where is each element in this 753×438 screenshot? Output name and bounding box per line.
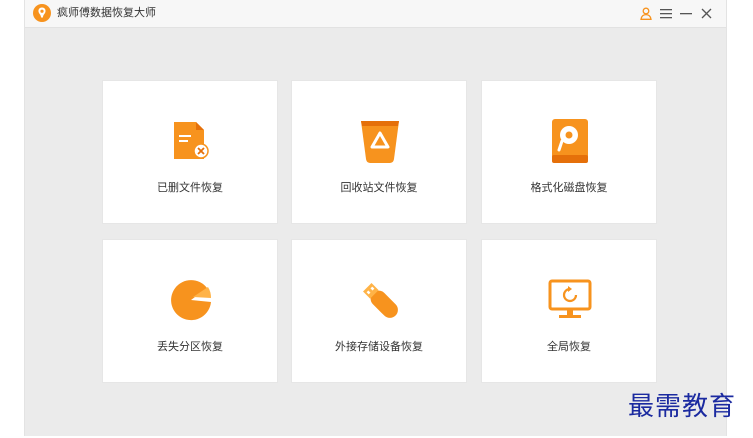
window-controls <box>636 4 716 22</box>
card-label: 丢失分区恢复 <box>157 340 223 353</box>
card-label: 已删文件恢复 <box>157 181 223 194</box>
menu-icon[interactable] <box>656 4 676 22</box>
card-label: 外接存储设备恢复 <box>335 340 423 353</box>
card-label: 回收站文件恢复 <box>340 181 418 194</box>
minimize-icon[interactable] <box>676 4 696 22</box>
monitor-refresh-icon <box>544 274 596 326</box>
card-external-storage-recovery[interactable]: 外接存储设备恢复 <box>291 239 467 383</box>
usb-drive-icon <box>354 274 406 326</box>
app-window: 疯师傅数据恢复大师 已删文件恢复 回收站文件恢复 格式化磁盘恢复 丢失分区恢复 … <box>24 0 727 436</box>
card-global-recovery[interactable]: 全局恢复 <box>481 239 657 383</box>
close-icon[interactable] <box>696 4 716 22</box>
card-label: 全局恢复 <box>547 340 591 353</box>
lost-partition-icon <box>165 274 217 326</box>
card-label: 格式化磁盘恢复 <box>530 181 608 194</box>
card-format-disk-recovery[interactable]: 格式化磁盘恢复 <box>481 80 657 224</box>
app-title: 疯师傅数据恢复大师 <box>57 6 156 19</box>
deleted-file-icon <box>165 115 217 167</box>
watermark-text: 最需教育 <box>628 392 737 422</box>
format-disk-icon <box>544 115 596 167</box>
card-lost-partition-recovery[interactable]: 丢失分区恢复 <box>102 239 278 383</box>
recycle-bin-icon <box>354 115 406 167</box>
app-logo-icon <box>33 4 51 22</box>
title-bar[interactable]: 疯师傅数据恢复大师 <box>25 0 726 28</box>
card-deleted-file-recovery[interactable]: 已删文件恢复 <box>102 80 278 224</box>
card-recycle-bin-recovery[interactable]: 回收站文件恢复 <box>291 80 467 224</box>
user-icon[interactable] <box>636 4 656 22</box>
